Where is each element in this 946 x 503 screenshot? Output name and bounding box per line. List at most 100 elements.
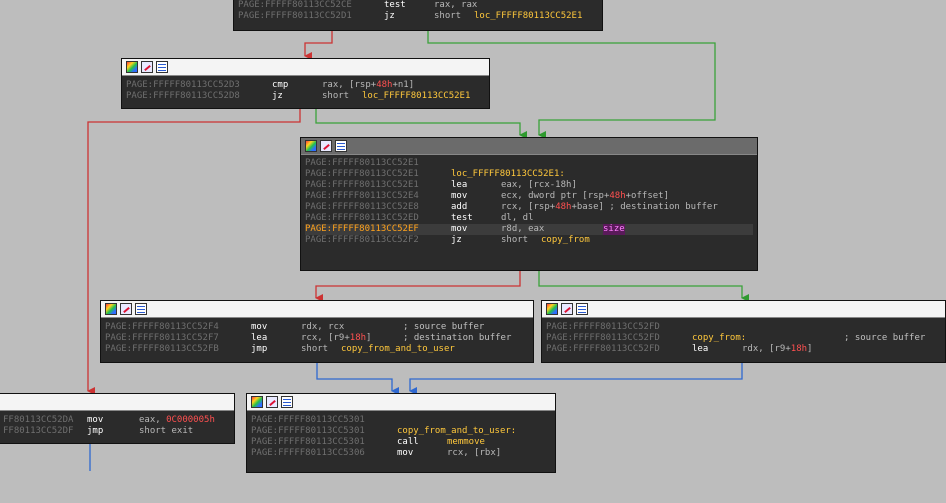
xref-icon[interactable]: [135, 303, 147, 315]
asm-row[interactable]: PAGE:FFFFF80113CC52FD lea rdx, [r9+18h]: [546, 344, 941, 355]
call-target-label[interactable]: memmove: [447, 437, 485, 448]
asm-row[interactable]: PAGE:FFFFF80113CC52ED test dl, dl: [305, 213, 753, 224]
asm-row[interactable]: FF80113CC52DA mov eax, 0C000005h: [3, 415, 230, 426]
block-header: [122, 59, 489, 76]
address: PAGE:FFFFF80113CC52E4: [305, 191, 419, 201]
mnemonic: jz: [384, 11, 395, 21]
address: PAGE:FFFFF80113CC52D1: [238, 11, 352, 21]
xref-icon[interactable]: [281, 396, 293, 408]
comment: ; source buffer: [403, 322, 485, 332]
code-block-cmp[interactable]: PAGE:FFFFF80113CC52D3 cmp rax, [rsp+48h+…: [121, 58, 490, 109]
mnemonic: jmp: [87, 426, 104, 436]
asm-row[interactable]: PAGE:FFFFF80113CC52F4 mov rdx, rcx ; sou…: [105, 322, 529, 333]
code-block-bottom[interactable]: PAGE:FFFFF80113CC5301 PAGE:FFFFF80113CC5…: [246, 393, 556, 473]
location-label[interactable]: copy_from:: [692, 333, 746, 344]
mnemonic: test: [451, 213, 473, 223]
address: PAGE:FFFFF80113CC52CE: [238, 0, 352, 10]
mnemonic: mov: [397, 448, 414, 458]
jump-target-label[interactable]: loc_FFFFF80113CC52E1: [362, 91, 470, 102]
asm-row[interactable]: PAGE:FFFFF80113CC52E1: [305, 158, 753, 169]
address: PAGE:FFFFF80113CC5301: [251, 426, 365, 436]
block-header: [542, 301, 945, 318]
operands: rcx, [r9+18h]: [301, 333, 372, 343]
graph-icon[interactable]: [251, 396, 263, 408]
asm-row[interactable]: PAGE:FFFFF80113CC52F2 jz short copy_from: [305, 235, 753, 246]
operands: rcx, [rsp+48h+base] ; destination buffer: [501, 202, 718, 212]
graph-icon[interactable]: [546, 303, 558, 315]
asm-row[interactable]: PAGE:FFFFF80113CC52E8 add rcx, [rsp+48h+…: [305, 202, 753, 213]
code-block-top[interactable]: PAGE:FFFFF80113CC52CE test rax, rax PAGE…: [233, 0, 603, 31]
address: PAGE:FFFFF80113CC5301: [251, 415, 365, 425]
ida-graph-view[interactable]: PAGE:FFFFF80113CC52CE test rax, rax PAGE…: [0, 0, 946, 473]
asm-row[interactable]: PAGE:FFFFF80113CC52FB jmp short copy_fro…: [105, 344, 529, 355]
location-label[interactable]: loc_FFFFF80113CC52E1:: [451, 169, 565, 180]
address-current: PAGE:FFFFF80113CC52EF: [305, 224, 419, 234]
asm-row-current[interactable]: PAGE:FFFFF80113CC52EF mov r8d, eax ; siz…: [305, 224, 753, 235]
edge-cmp-to-center: [315, 109, 527, 139]
asm-row[interactable]: PAGE:FFFFF80113CC52E1 lea eax, [rcx-18h]: [305, 180, 753, 191]
asm-row[interactable]: PAGE:FFFFF80113CC5301: [251, 415, 551, 426]
asm-row[interactable]: PAGE:FFFFF80113CC52D1 jz short loc_FFFFF…: [238, 11, 598, 22]
graph-icon[interactable]: [126, 61, 138, 73]
address: PAGE:FFFFF80113CC5306: [251, 448, 365, 458]
jump-target-label[interactable]: copy_from_and_to_user: [341, 344, 455, 355]
mnemonic: call: [397, 437, 419, 447]
xref-icon[interactable]: [156, 61, 168, 73]
jump-target-label[interactable]: copy_from: [541, 235, 590, 246]
xref-icon[interactable]: [576, 303, 588, 315]
asm-row[interactable]: PAGE:FFFFF80113CC52F7 lea rcx, [r9+18h] …: [105, 333, 529, 344]
code-block-center[interactable]: PAGE:FFFFF80113CC52E1 PAGE:FFFFF80113CC5…: [300, 137, 758, 271]
asm-row[interactable]: PAGE:FFFFF80113CC52FD: [546, 322, 941, 333]
asm-row[interactable]: FF80113CC52DF jmp short exit: [3, 426, 230, 437]
asm-row[interactable]: PAGE:FFFFF80113CC5306 mov rcx, [rbx]: [251, 448, 551, 459]
edit-icon[interactable]: [141, 61, 153, 73]
operands: rcx, [rbx]: [447, 448, 502, 458]
operands: short: [434, 11, 462, 21]
block-header: [0, 394, 234, 411]
mnemonic: jmp: [251, 344, 268, 354]
code-block-right[interactable]: PAGE:FFFFF80113CC52FD PAGE:FFFFF80113CC5…: [541, 300, 946, 363]
mnemonic: mov: [251, 322, 268, 332]
edit-icon[interactable]: [320, 140, 332, 152]
operands: rax, [rsp+48h+n1]: [322, 80, 415, 90]
edit-icon[interactable]: [266, 396, 278, 408]
edit-icon[interactable]: [561, 303, 573, 315]
address: PAGE:FFFFF80113CC52D8: [126, 91, 240, 101]
address: PAGE:FFFFF80113CC52F4: [105, 322, 219, 332]
mnemonic: mov: [87, 415, 104, 425]
graph-icon[interactable]: [305, 140, 317, 152]
operands: short exit: [139, 426, 194, 436]
address: PAGE:FFFFF80113CC52FB: [105, 344, 219, 354]
code-block-left[interactable]: PAGE:FFFFF80113CC52F4 mov rdx, rcx ; sou…: [100, 300, 534, 363]
operands: short: [301, 344, 329, 354]
address: PAGE:FFFFF80113CC52E8: [305, 202, 419, 212]
xref-icon[interactable]: [335, 140, 347, 152]
block-header: [101, 301, 533, 318]
location-label[interactable]: copy_from_and_to_user:: [397, 426, 516, 437]
address: FF80113CC52DF: [3, 426, 74, 436]
asm-row[interactable]: PAGE:FFFFF80113CC52CE test rax, rax: [238, 0, 598, 11]
operands: eax, 0C000005h: [139, 415, 215, 425]
operands: ecx, dword ptr [rsp+48h+offset]: [501, 191, 669, 201]
mnemonic: lea: [692, 344, 709, 354]
asm-row[interactable]: PAGE:FFFFF80113CC52E1 loc_FFFFF80113CC52…: [305, 169, 753, 180]
asm-row[interactable]: PAGE:FFFFF80113CC5301 call memmove: [251, 437, 551, 448]
jump-target-label[interactable]: loc_FFFFF80113CC52E1: [474, 11, 582, 22]
code-block-farleft[interactable]: FF80113CC52DA mov eax, 0C000005h FF80113…: [0, 393, 235, 444]
asm-row[interactable]: PAGE:FFFFF80113CC52E4 mov ecx, dword ptr…: [305, 191, 753, 202]
mnemonic: test: [384, 0, 406, 10]
mnemonic: lea: [251, 333, 268, 343]
asm-row[interactable]: PAGE:FFFFF80113CC52FD copy_from: ; sourc…: [546, 333, 941, 344]
asm-row[interactable]: PAGE:FFFFF80113CC52D8 jz short loc_FFFFF…: [126, 91, 485, 102]
operands: rdx, rcx: [301, 322, 345, 332]
graph-icon[interactable]: [105, 303, 117, 315]
mnemonic: jz: [451, 235, 462, 245]
address: FF80113CC52DA: [3, 415, 74, 425]
asm-row[interactable]: PAGE:FFFFF80113CC52D3 cmp rax, [rsp+48h+…: [126, 80, 485, 91]
mnemonic: mov: [451, 224, 468, 234]
asm-row[interactable]: PAGE:FFFFF80113CC5301 copy_from_and_to_u…: [251, 426, 551, 437]
edit-icon[interactable]: [120, 303, 132, 315]
block-header: [301, 138, 757, 155]
operands: dl, dl: [501, 213, 534, 223]
mnemonic: mov: [451, 191, 468, 201]
